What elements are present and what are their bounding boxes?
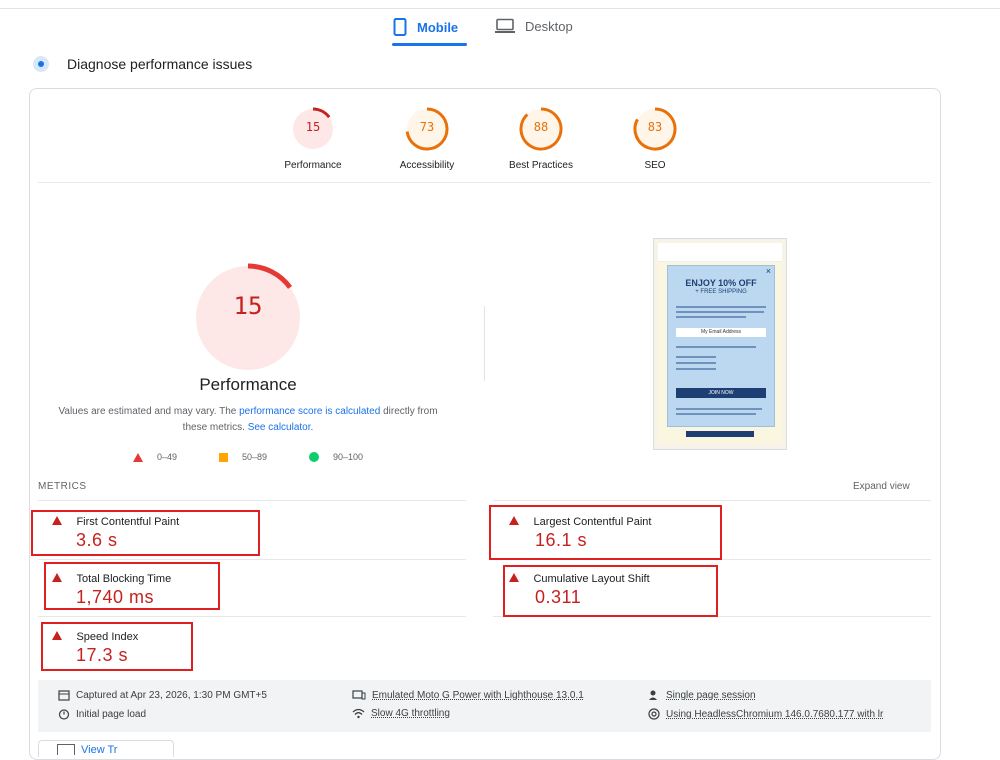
gauge: 83 [632, 106, 678, 152]
modal-headline: ENJOY 10% OFF [685, 278, 757, 288]
modal-subheadline: + FREE SHIPPING [695, 289, 747, 295]
legend-pass-label: 90–100 [333, 452, 364, 462]
diagnose-icon [33, 56, 49, 72]
highlight-box [41, 622, 193, 671]
see-calculator-link[interactable]: See calculator. [248, 422, 314, 433]
throttling-text: Slow 4G throttling [371, 708, 450, 719]
captured-row: Captured at Apr 23, 2026, 1:30 PM GMT+5 [58, 689, 267, 701]
score-label: SEO [644, 160, 666, 171]
performance-title: Performance [199, 375, 297, 394]
screenshot-modal: × ENJOY 10% OFF + FREE SHIPPING My Email… [667, 265, 775, 427]
score-value: 15 [305, 120, 321, 134]
score-label: Accessibility [399, 160, 455, 171]
legend-pass: 90–100 [309, 452, 363, 462]
gauge: 73 [404, 106, 450, 152]
calendar-icon [58, 690, 70, 701]
highlight-box [31, 510, 260, 556]
session-text: Single page session [666, 689, 756, 701]
legend-average-label: 50–89 [242, 452, 268, 462]
final-screenshot[interactable]: × ENJOY 10% OFF + FREE SHIPPING My Email… [653, 238, 787, 450]
modal-text-line [676, 311, 764, 313]
active-tab-indicator [392, 43, 467, 46]
modal-text-line [676, 368, 716, 370]
devices-icon [352, 690, 366, 700]
tab-desktop-label: Desktop [525, 18, 573, 34]
runtime-settings: Captured at Apr 23, 2026, 1:30 PM GMT+5 … [38, 680, 931, 732]
device-row[interactable]: Emulated Moto G Power with Lighthouse 13… [352, 689, 584, 701]
modal-text-line [676, 413, 756, 415]
vertical-divider [484, 306, 485, 381]
tab-mobile-label: Mobile [417, 19, 459, 35]
highlight-box [489, 505, 722, 560]
gauge: 88 [518, 106, 564, 152]
score-value: 88 [533, 120, 549, 134]
initial-load-row: Initial page load [58, 708, 146, 720]
modal-text-line [676, 316, 746, 318]
performance-score: 15 [233, 292, 263, 320]
metric-divider [38, 559, 466, 560]
highlight-box [44, 562, 220, 610]
orange-square-icon [219, 452, 228, 462]
metric-divider [38, 616, 466, 617]
chrome-icon [648, 708, 660, 720]
legend-fail-label: 0–49 [157, 452, 178, 462]
session-row[interactable]: Single page session [648, 689, 756, 701]
score-performance[interactable]: 15 Performance [258, 106, 368, 171]
metric-divider [38, 500, 466, 501]
metrics-header: METRICS [38, 481, 87, 492]
modal-text-line [676, 362, 716, 364]
tab-mobile[interactable]: Mobile [393, 18, 458, 36]
modal-email-input: My Email Address [676, 328, 766, 337]
initial-load-text: Initial page load [76, 708, 147, 720]
legend-average: 50–89 [219, 452, 267, 462]
score-seo[interactable]: 83 SEO [600, 106, 710, 171]
diagnose-heading: Diagnose performance issues [33, 56, 252, 72]
modal-text-line [676, 306, 766, 308]
modal-text-line [676, 356, 716, 358]
score-best-practices[interactable]: 88 Best Practices [486, 106, 596, 171]
metric-divider [493, 500, 931, 501]
score-accessibility[interactable]: 73 Accessibility [372, 106, 482, 171]
person-icon [649, 690, 657, 700]
wifi-icon [352, 708, 365, 719]
modal-close-icon: × [765, 266, 771, 276]
browser-text: Using HeadlessChromium 146.0.7680.177 wi… [666, 708, 884, 720]
estimate-note: Values are estimated and may vary. The p… [50, 404, 446, 436]
highlight-box [503, 565, 718, 617]
score-label: Performance [284, 160, 342, 171]
laptop-icon [495, 18, 515, 33]
browser-row[interactable]: Using HeadlessChromium 146.0.7680.177 wi… [648, 708, 883, 720]
diagnose-title: Diagnose performance issues [67, 56, 253, 72]
gauge: 15 [290, 106, 336, 152]
view-treemap-label: View Tr [81, 744, 118, 756]
device-text: Emulated Moto G Power with Lighthouse 13… [372, 689, 584, 701]
green-circle-icon [309, 452, 319, 462]
gauges-divider [38, 182, 931, 183]
top-divider [0, 8, 1000, 9]
legend-fail: 0–49 [133, 452, 177, 462]
score-value: 73 [419, 120, 435, 134]
score-calculated-link[interactable]: performance score is calculated [239, 406, 380, 417]
screenshot-header [658, 243, 782, 262]
score-value: 83 [647, 120, 663, 134]
red-triangle-icon [133, 452, 143, 462]
captured-text: Captured at Apr 23, 2026, 1:30 PM GMT+5 [76, 689, 267, 701]
view-treemap-button[interactable]: View Tr [38, 740, 174, 757]
mobile-icon [393, 18, 407, 36]
timer-icon [58, 709, 70, 720]
note-text: Values are estimated and may vary. The [58, 406, 240, 417]
modal-text-line [676, 346, 756, 348]
screenshot-footer-bar [686, 431, 754, 437]
tab-desktop[interactable]: Desktop [495, 18, 573, 34]
expand-view-button[interactable]: Expand view [853, 481, 910, 492]
screenshot-content: × ENJOY 10% OFF + FREE SHIPPING My Email… [658, 243, 782, 443]
modal-join-button: JOIN NOW [676, 388, 766, 398]
score-label: Best Practices [509, 160, 573, 171]
modal-text-line [676, 408, 762, 410]
throttling-row[interactable]: Slow 4G throttling [352, 708, 450, 719]
